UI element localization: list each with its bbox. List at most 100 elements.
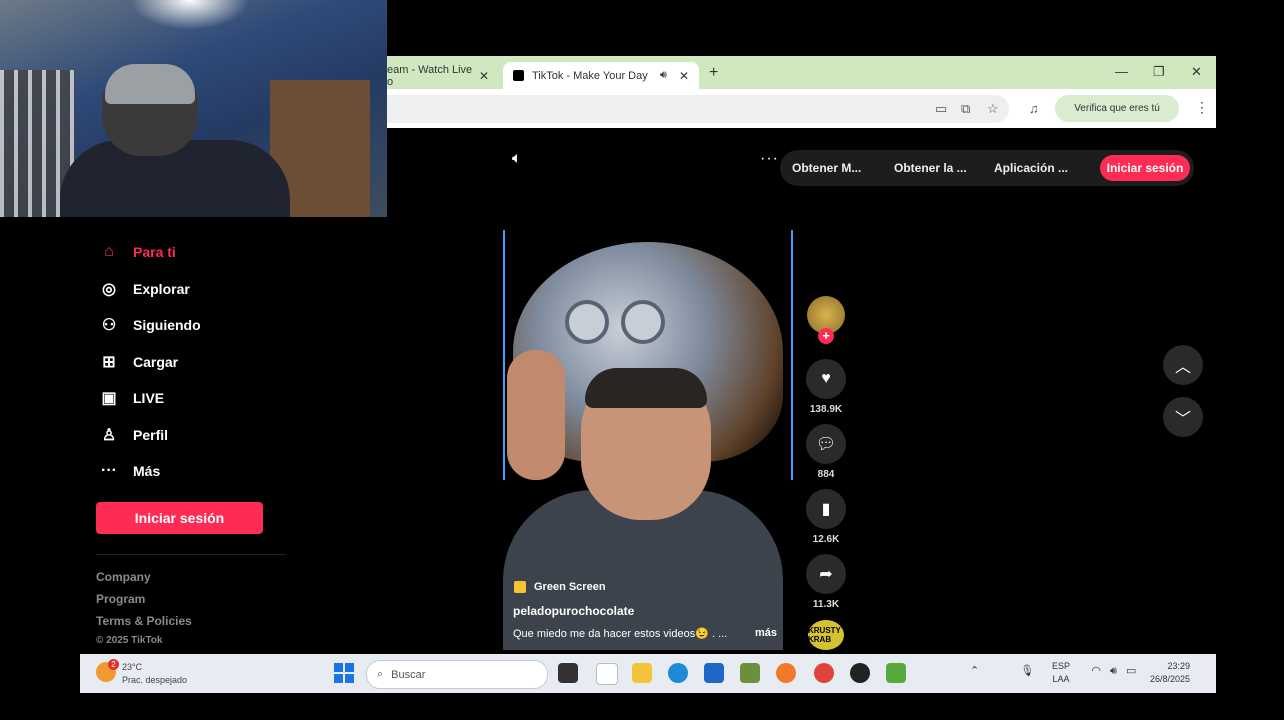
- sidebar-item-label: Cargar: [133, 354, 179, 370]
- minimize-button[interactable]: —: [1115, 64, 1128, 79]
- home-icon: ⌂: [104, 243, 114, 260]
- get-coins-link[interactable]: Obtener M...: [792, 161, 861, 175]
- music-disc[interactable]: KRUSTY KRAB: [808, 620, 844, 650]
- menu-icon[interactable]: ⋮: [1195, 99, 1209, 116]
- sidebar-item-para-ti[interactable]: ⌂ Para ti: [98, 240, 176, 264]
- tiktok-favicon-icon: [513, 70, 524, 81]
- save-count: 12.6K: [812, 534, 840, 545]
- previous-video-button[interactable]: ︿: [1163, 345, 1203, 385]
- restore-button[interactable]: ❐: [1153, 64, 1165, 80]
- address-row: ▭ ⧉ ☆ ♫ Verifica que eres tú ⋮: [387, 89, 1216, 128]
- sound-icon[interactable]: 🔈︎: [512, 150, 522, 168]
- login-button-sidebar[interactable]: Iniciar sesión: [96, 502, 263, 534]
- windows-start-icon[interactable]: [334, 663, 354, 683]
- footer-link-program[interactable]: Program: [96, 592, 145, 606]
- close-icon[interactable]: ✕: [679, 69, 689, 83]
- address-bar[interactable]: [387, 95, 1009, 123]
- follow-plus-icon[interactable]: +: [818, 328, 834, 344]
- language-code: ESP: [1052, 661, 1071, 671]
- comment-button[interactable]: 💬︎: [806, 424, 846, 464]
- video-username[interactable]: peladopurochocolate: [513, 604, 634, 618]
- next-video-button[interactable]: ﹀: [1163, 397, 1203, 437]
- sidebar-item-perfil[interactable]: ♙ Perfil: [98, 423, 168, 447]
- keyboard-layout: LAA: [1052, 674, 1070, 684]
- edge-icon[interactable]: [668, 663, 688, 683]
- chevron-up-icon: ︿: [1174, 359, 1191, 376]
- tab-bar: eam - Watch Live o ✕ TikTok - Make Your …: [387, 56, 1216, 89]
- star-icon[interactable]: ☆: [987, 101, 999, 117]
- sidebar-item-explorar[interactable]: ◎ Explorar: [98, 277, 190, 301]
- tab-tiktok[interactable]: TikTok - Make Your Day 🔊︎ ✕: [503, 62, 699, 89]
- notification-badge: 2: [108, 659, 119, 670]
- sidebar-item-label: Perfil: [133, 427, 169, 443]
- heart-icon: ♥: [821, 370, 831, 387]
- divider: [96, 554, 286, 555]
- app-icon[interactable]: [850, 663, 870, 683]
- sidebar-item-cargar[interactable]: ⊞ Cargar: [98, 350, 178, 374]
- verify-button[interactable]: Verifica que eres tú: [1055, 95, 1179, 122]
- sidebar-item-label: Explorar: [133, 281, 190, 297]
- verify-label: Verifica que eres tú: [1074, 103, 1160, 114]
- save-button[interactable]: ▮: [806, 489, 846, 529]
- effect-label: Green Screen: [534, 581, 606, 593]
- compass-icon: ◎: [102, 281, 116, 298]
- file-explorer-icon[interactable]: [632, 663, 652, 683]
- time: 23:29: [1167, 661, 1191, 671]
- skull-eye: [621, 300, 665, 344]
- volume-icon[interactable]: 🔊︎: [1110, 665, 1117, 677]
- close-window-button[interactable]: ✕: [1191, 64, 1202, 80]
- desktop-app-link[interactable]: Aplicación ...: [994, 161, 1068, 175]
- store-icon[interactable]: [704, 663, 724, 683]
- video-border: [791, 230, 793, 480]
- translate-icon[interactable]: ⧉: [961, 101, 970, 117]
- sidebar-item-label: LIVE: [133, 390, 165, 406]
- sidebar-item-live[interactable]: ▣ LIVE: [98, 386, 164, 410]
- footer-link-terms[interactable]: Terms & Policies: [96, 614, 192, 628]
- language-indicator[interactable]: ESP LAA: [1052, 660, 1070, 686]
- bookmark-icon: ▮: [821, 501, 831, 518]
- close-icon[interactable]: ✕: [479, 69, 489, 83]
- clock[interactable]: 23:29 26/8/2025: [1150, 660, 1190, 686]
- wifi-icon[interactable]: ◠: [1091, 665, 1101, 677]
- chevron-up-icon[interactable]: ⌃: [970, 665, 979, 677]
- like-button[interactable]: ♥: [806, 359, 846, 399]
- bluestacks-icon[interactable]: [886, 663, 906, 683]
- firefox-icon[interactable]: [776, 663, 796, 683]
- comment-icon: 💬︎: [815, 436, 837, 453]
- upload-icon: ⊞: [102, 354, 116, 371]
- date: 26/8/2025: [1150, 674, 1191, 684]
- temperature: 23°C: [122, 662, 143, 672]
- ceiling-light: [130, 0, 250, 30]
- new-tab-button[interactable]: +: [709, 64, 718, 82]
- minecraft-icon[interactable]: [740, 663, 760, 683]
- cast-icon[interactable]: ▭: [935, 101, 947, 117]
- login-button-top[interactable]: Iniciar sesión: [1100, 155, 1190, 181]
- webcam-overlay: [0, 0, 387, 217]
- battery-icon[interactable]: ▭: [1126, 665, 1136, 677]
- sidebar-item-mas[interactable]: ··· Más: [98, 459, 160, 483]
- sidebar-item-label: Siguiendo: [133, 317, 201, 333]
- effect-icon: [514, 581, 526, 593]
- media-icon[interactable]: ♫: [1029, 101, 1039, 116]
- footer-link-company[interactable]: Company: [96, 570, 151, 584]
- tab-watch-live[interactable]: eam - Watch Live o ✕: [387, 62, 499, 89]
- effect-tag[interactable]: Green Screen: [514, 581, 606, 593]
- chevron-down-icon: ﹀: [1174, 411, 1191, 428]
- like-count: 138.9K: [809, 404, 843, 415]
- chrome-icon[interactable]: [814, 663, 834, 683]
- sidebar-item-siguiendo[interactable]: ⚇ Siguiendo: [98, 313, 201, 337]
- weather-condition: Prac. despejado: [122, 675, 188, 685]
- file-icon[interactable]: [596, 663, 618, 685]
- get-app-link[interactable]: Obtener la ...: [894, 161, 967, 175]
- taskbar-search[interactable]: ⌕ Buscar: [366, 660, 548, 689]
- sidebar-item-label: Más: [133, 463, 161, 479]
- weather-widget[interactable]: 23°C Prac. despejado: [122, 661, 187, 687]
- microphone-icon[interactable]: 🎙︎: [1020, 665, 1034, 677]
- share-button[interactable]: ➦: [806, 554, 846, 594]
- profile-icon: ♙: [101, 427, 117, 444]
- copyright-text: © 2025 TikTok: [96, 635, 163, 646]
- speaker-icon[interactable]: 🔊︎: [660, 69, 667, 82]
- task-view-icon[interactable]: [558, 663, 578, 683]
- caption-more-link[interactable]: más: [755, 627, 777, 639]
- more-options-icon[interactable]: ···: [760, 150, 779, 168]
